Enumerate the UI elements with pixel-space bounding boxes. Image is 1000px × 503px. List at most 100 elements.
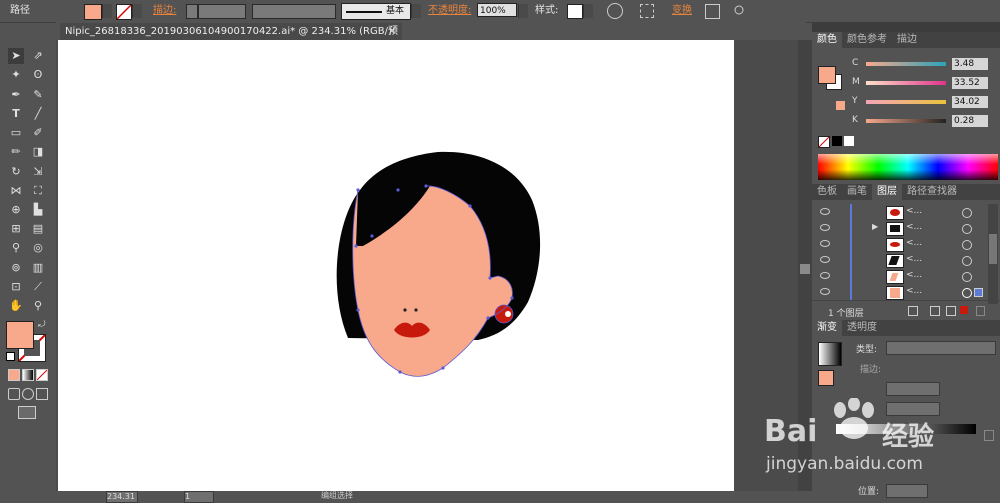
gradient-fill-swatch[interactable] (818, 370, 834, 386)
shape-builder-tool-icon[interactable]: ⊕ (8, 202, 24, 218)
draw-inside-icon[interactable] (36, 388, 48, 400)
stroke-dropdown[interactable] (132, 4, 142, 18)
gradient-mode-icon[interactable] (22, 369, 34, 381)
selection-tool-icon[interactable]: ➤ (8, 48, 24, 64)
fill-color-front[interactable] (6, 321, 34, 349)
stroke-weight-field[interactable] (198, 4, 246, 19)
hand-tool-icon[interactable]: ✋ (8, 298, 24, 314)
swap-colors-icon[interactable]: ⤾ (38, 320, 46, 330)
slider-yellow-track[interactable] (866, 100, 946, 104)
artboard[interactable] (58, 40, 734, 493)
slider-yellow[interactable]: Y 34.02 (852, 96, 998, 110)
slider-magenta-value[interactable]: 33.52 (952, 77, 988, 89)
tab-gradient[interactable]: 渐变 (812, 320, 842, 336)
layer-row[interactable]: <... (812, 236, 1000, 253)
tab-brushes[interactable]: 画笔 (842, 184, 872, 200)
visibility-eye-icon[interactable] (820, 272, 830, 279)
stroke-label[interactable]: 描边: (153, 0, 176, 22)
direct-selection-tool-icon[interactable]: ⇗ (30, 48, 46, 64)
none-mode-icon[interactable] (36, 369, 48, 381)
slider-cyan-track[interactable] (866, 62, 946, 66)
isolate-group-icon[interactable] (705, 4, 720, 19)
mesh-tool-icon[interactable]: ⊞ (8, 221, 24, 237)
color-spectrum[interactable] (818, 154, 998, 180)
vertical-scrollbar[interactable] (798, 40, 812, 493)
layer-row[interactable]: ▶ <... (812, 220, 1000, 237)
trash-icon[interactable] (976, 306, 985, 316)
tab-color-guide[interactable]: 颜色参考 (842, 32, 892, 48)
variable-width-profile[interactable] (252, 4, 336, 19)
opacity-label[interactable]: 不透明度: (428, 0, 471, 22)
gradient-slider[interactable] (836, 424, 976, 434)
opacity-dropdown[interactable] (518, 4, 528, 18)
layer-name[interactable]: <... (906, 206, 922, 216)
layers-scrollbar[interactable] (988, 204, 998, 304)
slice-tool-icon[interactable]: ⟋ (30, 279, 46, 295)
blend-tool-icon[interactable]: ◎ (30, 240, 46, 256)
align-selection-icon[interactable] (640, 4, 654, 18)
draw-behind-icon[interactable] (22, 388, 34, 400)
slider-black-track[interactable] (866, 119, 946, 123)
free-transform-tool-icon[interactable]: ⛶ (30, 183, 46, 199)
out-of-gamut-swatch[interactable] (836, 101, 845, 110)
tab-color[interactable]: 颜色 (812, 32, 842, 48)
artboard-tool-icon[interactable]: ⊡ (8, 279, 24, 295)
new-layer-icon[interactable] (960, 306, 968, 314)
type-tool-icon[interactable]: T (8, 106, 24, 122)
gradient-angle-field[interactable] (886, 382, 940, 396)
slider-black[interactable]: K 0.28 (852, 115, 998, 129)
lasso-tool-icon[interactable]: ʘ (30, 67, 46, 83)
tab-transparency[interactable]: 透明度 (842, 320, 882, 336)
layer-name[interactable]: <... (906, 254, 922, 264)
stroke-weight-stepper[interactable] (186, 4, 198, 19)
layer-row[interactable]: <... (812, 204, 1000, 221)
none-swatch-icon[interactable] (818, 136, 830, 148)
scale-tool-icon[interactable]: ⇲ (30, 164, 46, 180)
rectangle-tool-icon[interactable]: ▭ (8, 125, 24, 141)
graphic-style-swatch[interactable] (567, 4, 583, 19)
visibility-eye-icon[interactable] (820, 288, 830, 295)
zoom-field[interactable]: 234.31 (106, 491, 138, 503)
slider-black-value[interactable]: 0.28 (952, 115, 988, 127)
rotate-tool-icon[interactable]: ↻ (8, 164, 24, 180)
slider-cyan-value[interactable]: 3.48 (952, 58, 988, 70)
slider-cyan[interactable]: C 3.48 (852, 58, 998, 72)
selection-indicator[interactable] (974, 288, 983, 297)
pen-tool-icon[interactable]: ✒ (8, 87, 24, 103)
color-mode-icon[interactable] (8, 369, 20, 381)
gradient-preview[interactable] (818, 342, 842, 366)
layer-name[interactable]: <... (906, 238, 922, 248)
layers-scroll-thumb[interactable] (989, 234, 997, 264)
layer-name[interactable]: <... (906, 222, 922, 232)
recolor-artwork-icon[interactable] (607, 3, 623, 19)
line-tool-icon[interactable]: ╱ (30, 106, 46, 122)
zoom-tool-icon[interactable]: ⚲ (30, 298, 46, 314)
layer-target-icon[interactable] (962, 224, 972, 234)
visibility-eye-icon[interactable] (820, 224, 830, 231)
visibility-eye-icon[interactable] (820, 240, 830, 247)
layer-target-icon[interactable] (962, 208, 972, 218)
expand-arrow-icon[interactable]: ▶ (872, 222, 878, 231)
eraser-tool-icon[interactable]: ◨ (30, 144, 46, 160)
curvature-tool-icon[interactable]: ✎ (30, 87, 46, 103)
locate-object-icon[interactable] (908, 306, 918, 316)
draw-normal-icon[interactable] (8, 388, 20, 400)
layer-row[interactable]: <... (812, 252, 1000, 269)
brush-definition-select[interactable]: 基本 (341, 3, 411, 20)
new-sublayer-icon[interactable] (946, 306, 956, 316)
layer-target-icon[interactable] (962, 288, 972, 298)
tab-stroke[interactable]: 描边 (892, 32, 922, 48)
gradient-aspect-field[interactable] (886, 402, 940, 416)
perspective-grid-tool-icon[interactable]: ▙ (30, 202, 46, 218)
fill-swatch[interactable] (84, 4, 102, 20)
transform-link[interactable]: 变换 (672, 0, 692, 22)
white-swatch[interactable] (844, 136, 854, 146)
gradient-position-field[interactable] (886, 484, 928, 498)
paintbrush-tool-icon[interactable]: ✐ (30, 125, 46, 141)
visibility-eye-icon[interactable] (820, 256, 830, 263)
screen-mode-icon[interactable] (18, 406, 36, 419)
scroll-thumb[interactable] (800, 264, 810, 274)
color-panel-fill-front[interactable] (818, 66, 836, 84)
make-clip-mask-icon[interactable] (930, 306, 940, 316)
slider-magenta-track[interactable] (866, 81, 946, 85)
